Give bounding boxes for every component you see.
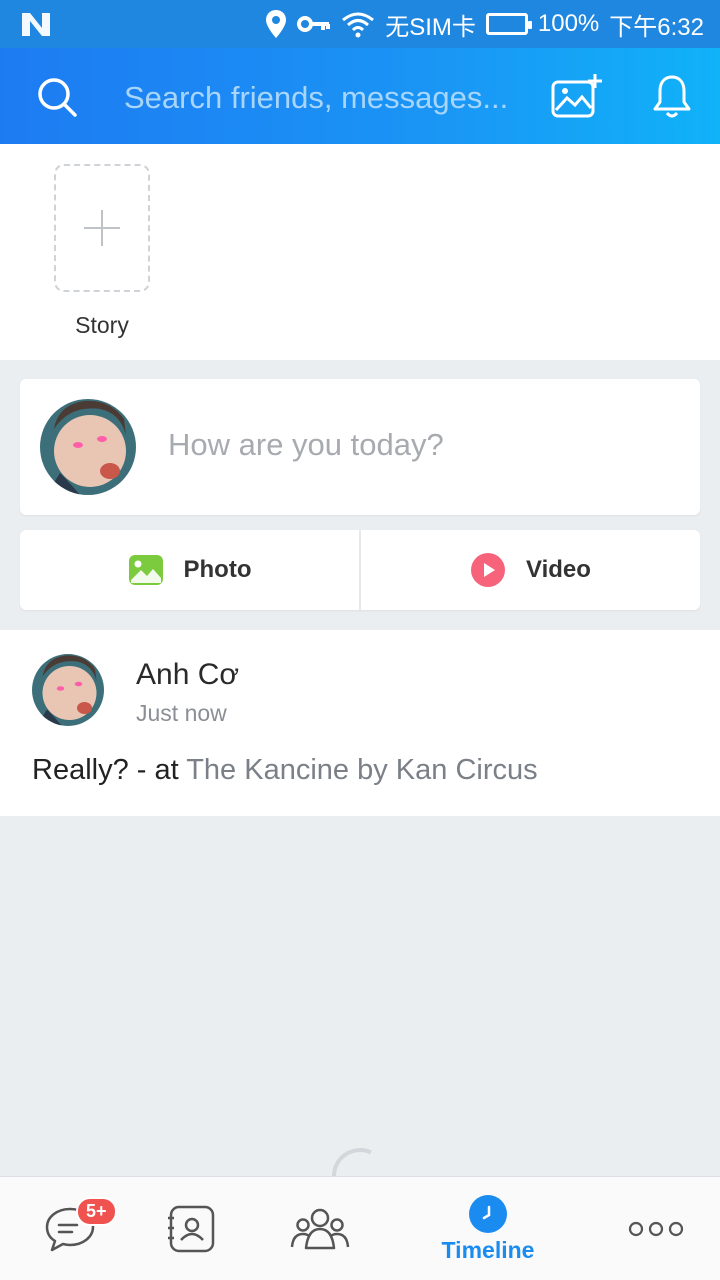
post-author[interactable]: Anh Cơ [136, 658, 239, 692]
story-section: Story [0, 144, 720, 360]
post-text: Really? - at [32, 754, 187, 786]
media-actions: Photo Video [20, 530, 700, 610]
search-icon[interactable] [36, 76, 78, 118]
composer-placeholder[interactable]: How are you today? [168, 427, 444, 463]
wifi-icon [342, 12, 375, 38]
search-header [0, 48, 720, 144]
messages-badge: 5+ [76, 1197, 117, 1226]
photo-label: Photo [183, 556, 252, 583]
post-composer[interactable]: How are you today? [20, 379, 700, 515]
nav-contacts[interactable] [142, 1177, 242, 1280]
nav-timeline[interactable]: Timeline [428, 1177, 548, 1280]
location-icon [266, 10, 287, 38]
timeline-label: Timeline [441, 1236, 535, 1263]
video-button[interactable]: Video [359, 530, 700, 610]
play-icon [471, 553, 506, 587]
photo-button[interactable]: Photo [20, 530, 359, 610]
search-input[interactable] [124, 78, 524, 118]
nav-messages[interactable]: 5+ [20, 1177, 120, 1280]
video-label: Video [526, 556, 591, 583]
story-label: Story [75, 312, 129, 338]
bell-icon[interactable] [652, 74, 692, 120]
avatar[interactable] [40, 399, 136, 495]
post-timestamp: Just now [136, 700, 227, 726]
contacts-icon [168, 1205, 215, 1253]
carrier-text: 无SIM卡 [385, 13, 476, 41]
vpn-key-icon [297, 16, 331, 32]
add-photo-icon[interactable] [550, 72, 604, 120]
add-story-button[interactable] [54, 164, 150, 292]
plus-icon [84, 210, 120, 246]
battery-icon [485, 13, 532, 35]
clock-icon [469, 1194, 507, 1233]
battery-text: 100% [537, 10, 600, 37]
more-icon [628, 1221, 684, 1237]
clock-text: 下午6:32 [609, 13, 704, 41]
nav-more[interactable] [606, 1177, 706, 1280]
bottom-nav: 5+ Timeline [0, 1176, 720, 1280]
post-avatar[interactable] [32, 654, 104, 726]
post-body: Really? - at The Kancine by Kan Circus [32, 754, 538, 787]
post-place-link[interactable]: The Kancine by Kan Circus [186, 754, 537, 786]
photo-icon [128, 555, 163, 585]
n-logo-icon [22, 13, 50, 36]
nav-groups[interactable] [270, 1177, 370, 1280]
avatar-image [40, 399, 136, 495]
status-bar: 无SIM卡 100% 下午6:32 [0, 0, 720, 48]
post-avatar-image [32, 654, 104, 726]
feed-post: Anh Cơ Just now Really? - at The Kancine… [0, 630, 720, 816]
groups-icon [290, 1208, 350, 1250]
